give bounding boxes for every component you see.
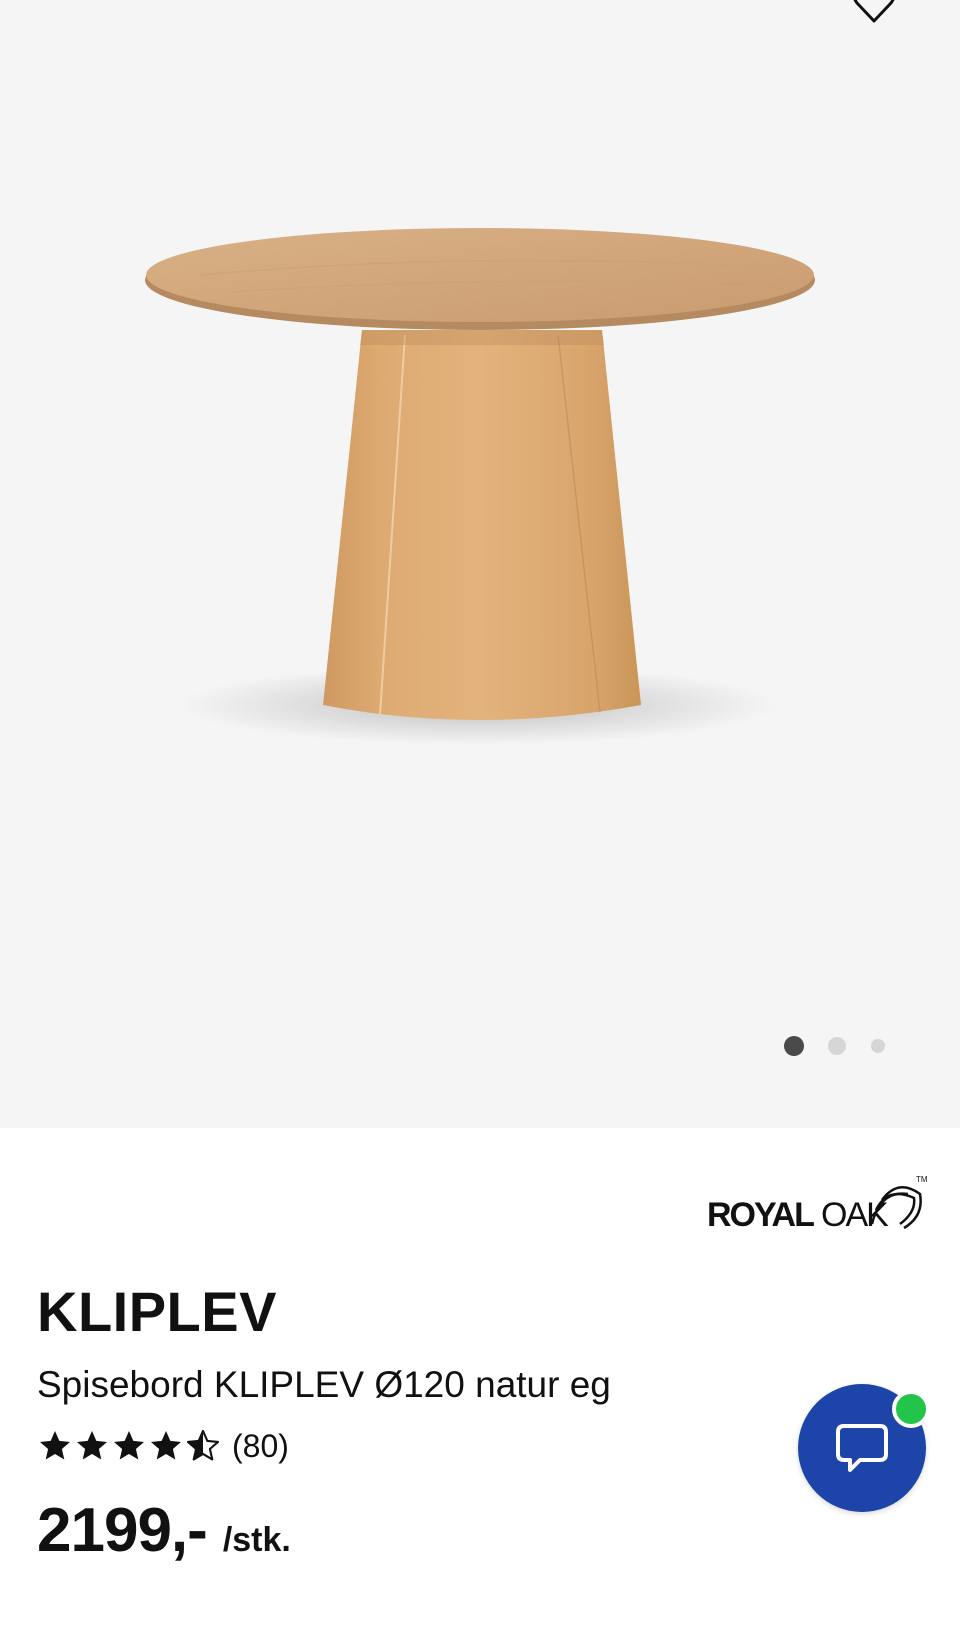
gallery-dot-active[interactable] bbox=[784, 1036, 804, 1056]
star-full-icon bbox=[151, 1431, 181, 1460]
product-price: 2199,- bbox=[37, 1496, 208, 1565]
star-full-icon bbox=[114, 1431, 144, 1460]
speech-bubble-icon bbox=[836, 1424, 888, 1472]
brand-logo-royal: ROYAL bbox=[707, 1196, 815, 1234]
product-image bbox=[145, 228, 815, 745]
brand-logo-mark: TM bbox=[870, 1175, 928, 1230]
product-rating[interactable]: (80) bbox=[37, 1426, 289, 1466]
price-row: 2199,- /stk. bbox=[37, 1500, 291, 1562]
product-description: Spisebord KLIPLEV Ø120 natur eg bbox=[37, 1364, 611, 1405]
chat-online-indicator bbox=[892, 1390, 930, 1428]
gallery-dot[interactable] bbox=[871, 1039, 885, 1053]
price-unit: /stk. bbox=[222, 1521, 291, 1559]
brand-logo[interactable]: ROYAL OAK TM bbox=[700, 1172, 930, 1234]
product-image-gallery[interactable] bbox=[0, 0, 960, 1128]
favorite-button[interactable] bbox=[848, 0, 900, 30]
star-full-icon bbox=[40, 1431, 70, 1460]
gallery-pagination bbox=[776, 1034, 896, 1058]
heart-outline-icon bbox=[853, 0, 895, 23]
svg-text:TM: TM bbox=[916, 1175, 928, 1184]
star-full-icon bbox=[77, 1431, 107, 1460]
gallery-dot[interactable] bbox=[828, 1037, 846, 1055]
rating-count: (80) bbox=[232, 1428, 289, 1464]
product-name: KLIPLEV bbox=[37, 1280, 277, 1343]
star-half-icon bbox=[186, 1429, 220, 1461]
